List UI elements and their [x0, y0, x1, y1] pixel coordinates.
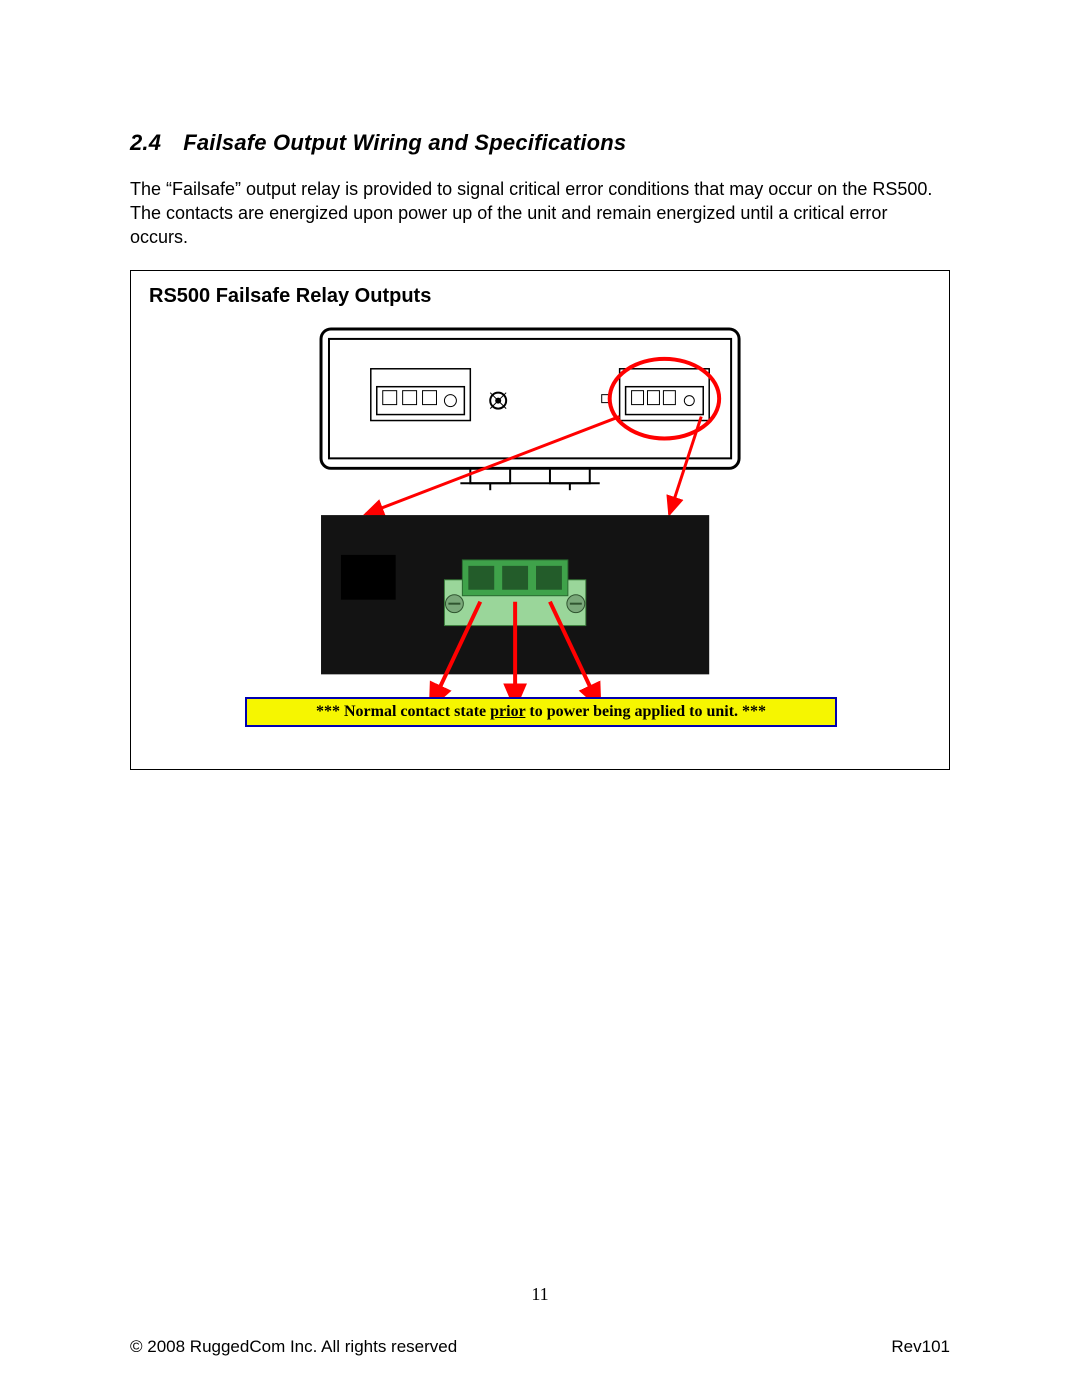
note-bar: *** Normal contact state prior to power …: [245, 697, 837, 727]
section-number: 2.4: [130, 130, 161, 155]
section-title: Failsafe Output Wiring and Specification…: [183, 130, 626, 155]
page-footer: © 2008 RuggedCom Inc. All rights reserve…: [130, 1337, 950, 1357]
footer-copyright: © 2008 RuggedCom Inc. All rights reserve…: [130, 1337, 457, 1357]
diagram-svg: [131, 321, 949, 749]
note-pre: *** Normal contact state: [316, 703, 490, 720]
figure-box: RS500 Failsafe Relay Outputs: [130, 270, 950, 770]
section-paragraph: The “Failsafe” output relay is provided …: [130, 178, 950, 250]
diagram: Normally Closed Common Normally Open: [131, 321, 949, 749]
note-post: to power being applied to unit. ***: [525, 703, 766, 720]
page-number: 11: [0, 1284, 1080, 1305]
note-underline: prior: [490, 703, 525, 720]
footer-rev: Rev101: [891, 1337, 950, 1357]
figure-title: RS500 Failsafe Relay Outputs: [149, 285, 931, 308]
section-heading: 2.4 Failsafe Output Wiring and Specificat…: [130, 130, 950, 156]
